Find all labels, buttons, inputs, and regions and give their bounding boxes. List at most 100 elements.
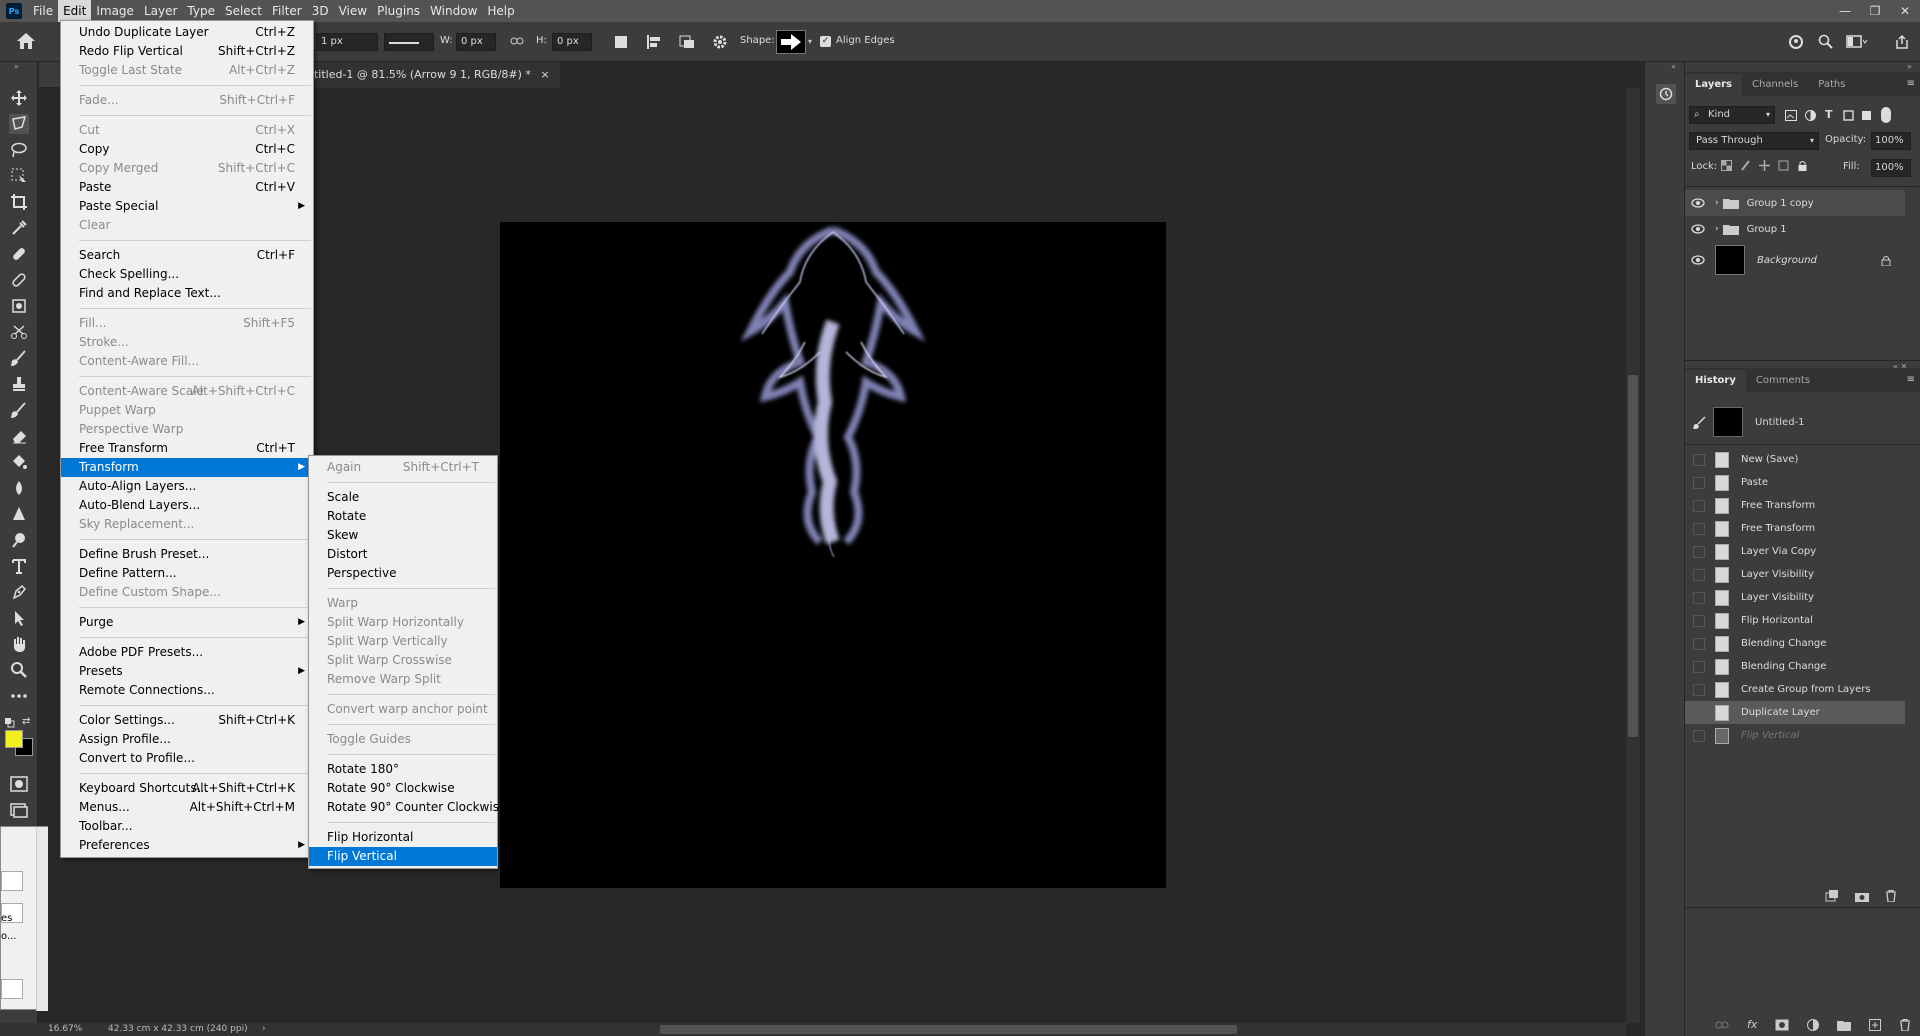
- transform-item-skew[interactable]: Skew: [309, 526, 497, 545]
- history-state-free-transform[interactable]: Free Transform: [1685, 517, 1905, 540]
- trash-icon[interactable]: [1885, 890, 1897, 902]
- workspace-icon[interactable]: [1846, 34, 1868, 50]
- edit-item-check-spelling[interactable]: Check Spelling...: [61, 265, 313, 284]
- history-brush-source-checkbox[interactable]: [1693, 683, 1705, 696]
- default-colors-icon[interactable]: [5, 718, 15, 728]
- eye-icon[interactable]: [1685, 255, 1711, 265]
- edit-item-color-settings[interactable]: Color Settings... Shift+Ctrl+K: [61, 711, 313, 730]
- document-tab[interactable]: ntitled-1 @ 81.5% (Arrow 9 1, RGB/8#) * …: [297, 62, 560, 88]
- history-brush-source-checkbox[interactable]: [1693, 476, 1705, 489]
- history-state-blending-change[interactable]: Blending Change: [1685, 655, 1905, 678]
- path-ops-icon[interactable]: [614, 35, 628, 49]
- stroke-type-dropdown[interactable]: [384, 33, 434, 51]
- new-layer-icon[interactable]: [1869, 1018, 1882, 1031]
- transform-item-rotate-90-counter-clockwise[interactable]: Rotate 90° Counter Clockwise: [309, 798, 506, 817]
- scissors-icon[interactable]: [9, 322, 29, 342]
- transform-item-rotate[interactable]: Rotate: [309, 507, 497, 526]
- chevron-down-icon[interactable]: ▾: [808, 37, 812, 46]
- history-brush-source-checkbox[interactable]: [1693, 522, 1705, 535]
- link-icon[interactable]: [510, 36, 524, 46]
- filter-pixel-icon[interactable]: [1785, 110, 1797, 121]
- edit-item-purge[interactable]: Purge ▶: [61, 613, 313, 632]
- edit-item-adobe-pdf-presets[interactable]: Adobe PDF Presets...: [61, 643, 313, 662]
- tab-history[interactable]: History: [1685, 370, 1746, 392]
- filter-adjustment-icon[interactable]: [1805, 110, 1816, 121]
- edit-item-presets[interactable]: Presets ▶: [61, 662, 313, 681]
- brush-tool-icon[interactable]: [9, 270, 29, 290]
- search-icon[interactable]: [1818, 34, 1834, 50]
- history-state-flip-horizontal[interactable]: Flip Horizontal: [1685, 609, 1905, 632]
- expand-panels-icon[interactable]: «: [1671, 62, 1676, 71]
- menu-file[interactable]: File: [28, 0, 58, 22]
- eye-icon[interactable]: [1685, 224, 1711, 234]
- link-icon[interactable]: [1715, 1020, 1729, 1030]
- history-state-duplicate-layer[interactable]: Duplicate Layer: [1685, 701, 1905, 724]
- trash-icon[interactable]: [1899, 1018, 1911, 1031]
- fx-icon[interactable]: fx: [1747, 1018, 1757, 1031]
- transform-item-perspective[interactable]: Perspective: [309, 564, 497, 583]
- menu-3d[interactable]: 3D: [307, 0, 334, 22]
- edit-item-auto-align-layers[interactable]: Auto-Align Layers...: [61, 477, 313, 496]
- horizontal-scroll-thumb[interactable]: [660, 1025, 1237, 1034]
- history-brush-source-checkbox[interactable]: [1693, 706, 1705, 719]
- new-group-icon[interactable]: [1837, 1019, 1852, 1031]
- layer-row-background[interactable]: Background: [1685, 242, 1905, 278]
- filter-toggle[interactable]: [1881, 107, 1891, 123]
- tab-channels[interactable]: Channels: [1742, 74, 1808, 96]
- opacity-field[interactable]: 100%: [1871, 132, 1911, 150]
- type-tool-icon[interactable]: [9, 556, 29, 576]
- menu-image[interactable]: Image: [91, 0, 139, 22]
- edit-item-undo-duplicate-layer[interactable]: Undo Duplicate Layer Ctrl+Z: [61, 23, 313, 42]
- history-brush-source-checkbox[interactable]: [1693, 545, 1705, 558]
- tab-comments[interactable]: Comments: [1746, 370, 1820, 392]
- history-brush-source-checkbox[interactable]: [1693, 729, 1705, 742]
- menu-layer[interactable]: Layer: [139, 0, 182, 22]
- history-brush-source-checkbox[interactable]: [1693, 568, 1705, 581]
- tab-paths[interactable]: Paths: [1808, 74, 1855, 96]
- status-expand-icon[interactable]: ›: [262, 1023, 266, 1036]
- minimize-button[interactable]: —: [1830, 0, 1860, 22]
- filter-type-icon[interactable]: T: [1825, 108, 1833, 121]
- history-snapshot-row[interactable]: Untitled-1: [1685, 406, 1905, 438]
- history-state-layer-visibility[interactable]: Layer Visibility: [1685, 586, 1905, 609]
- blend-mode-dropdown[interactable]: Pass Through ▾: [1689, 132, 1819, 150]
- tab-layers[interactable]: Layers: [1685, 74, 1742, 96]
- edit-item-menus[interactable]: Menus... Alt+Shift+Ctrl+M: [61, 798, 313, 817]
- transform-item-rotate-90-clockwise[interactable]: Rotate 90° Clockwise: [309, 779, 497, 798]
- filter-shape-icon[interactable]: [1843, 110, 1854, 121]
- edit-item-redo-flip-vertical[interactable]: Redo Flip Vertical Shift+Ctrl+Z: [61, 42, 313, 61]
- paintbrush-tool-icon[interactable]: [9, 348, 29, 368]
- healing-brush-tool-icon[interactable]: [9, 244, 29, 264]
- camera-icon[interactable]: [1855, 890, 1869, 902]
- history-brush-source-checkbox[interactable]: [1693, 637, 1705, 650]
- eye-icon[interactable]: [1685, 198, 1711, 208]
- edit-item-paste[interactable]: Paste Ctrl+V: [61, 178, 313, 197]
- edit-item-find-and-replace-text[interactable]: Find and Replace Text...: [61, 284, 313, 303]
- sharpen-tool-icon[interactable]: [9, 504, 29, 524]
- restore-button[interactable]: ❐: [1860, 0, 1890, 22]
- document-canvas[interactable]: [500, 222, 1166, 888]
- layers-panel-menu-icon[interactable]: ≡: [1907, 78, 1915, 89]
- transform-item-distort[interactable]: Distort: [309, 545, 497, 564]
- edit-item-remote-connections[interactable]: Remote Connections...: [61, 681, 313, 700]
- search-user-icon[interactable]: [1788, 34, 1806, 50]
- history-state-blending-change[interactable]: Blending Change: [1685, 632, 1905, 655]
- history-state-flip-vertical[interactable]: Flip Vertical: [1685, 724, 1905, 747]
- eraser-tool-icon[interactable]: [9, 426, 29, 446]
- history-brush-source-icon[interactable]: [1693, 415, 1707, 429]
- menu-help[interactable]: Help: [482, 0, 519, 22]
- paint-bucket-tool-icon[interactable]: [9, 452, 29, 472]
- history-brush-source-checkbox[interactable]: [1693, 453, 1705, 466]
- history-panel-icon[interactable]: [1656, 84, 1676, 104]
- menu-window[interactable]: Window: [425, 0, 482, 22]
- edit-item-convert-to-profile[interactable]: Convert to Profile...: [61, 749, 313, 768]
- share-icon[interactable]: [1894, 34, 1910, 50]
- filter-smart-object-icon[interactable]: [1861, 110, 1872, 121]
- menu-type[interactable]: Type: [182, 0, 220, 22]
- menu-filter[interactable]: Filter: [267, 0, 307, 22]
- history-brush-source-checkbox[interactable]: [1693, 660, 1705, 673]
- align-edges-checkbox[interactable]: ✓: [820, 36, 831, 47]
- dodge-tool-icon[interactable]: [9, 530, 29, 550]
- fill-field[interactable]: 100%: [1871, 159, 1911, 177]
- layer-filter-kind[interactable]: Kind ⌕ ▾: [1689, 106, 1775, 124]
